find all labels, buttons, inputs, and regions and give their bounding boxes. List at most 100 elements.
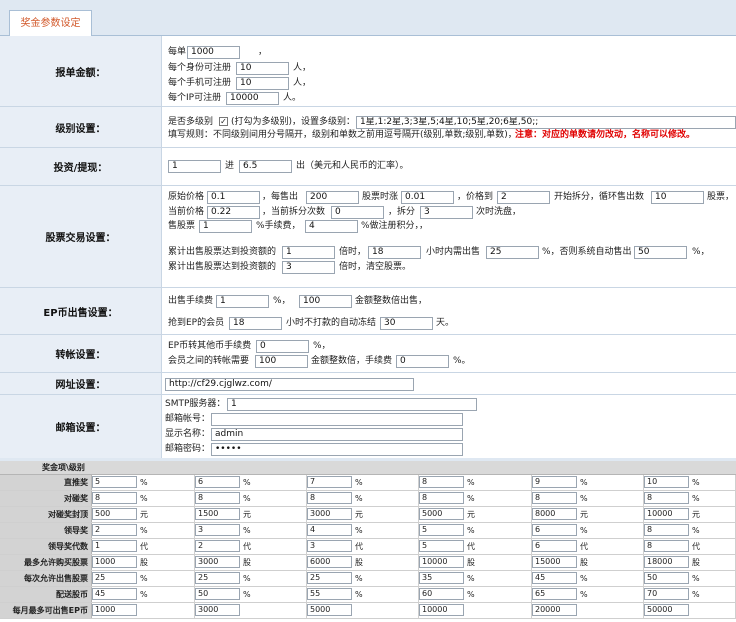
bonus-value-input[interactable]: 8 (307, 492, 352, 504)
bonus-value-input[interactable]: 20000 (532, 604, 577, 616)
ep-member-input[interactable]: 18 (229, 317, 282, 330)
bonus-value-input[interactable]: 500 (92, 508, 137, 520)
bonus-value-input[interactable]: 2 (92, 524, 137, 536)
split-input[interactable]: 3 (420, 206, 473, 219)
bonus-value-input[interactable]: 3000 (195, 604, 240, 616)
cum-input[interactable]: 1 (282, 246, 335, 259)
bonus-value-input[interactable]: 5 (419, 540, 464, 552)
per-phone-input[interactable]: 10 (236, 77, 289, 90)
transfer-ep-input[interactable]: 0 (256, 340, 309, 353)
mail-account-input[interactable] (211, 413, 463, 426)
loop-input[interactable]: 10 (651, 191, 704, 204)
bonus-value-input[interactable]: 8 (419, 492, 464, 504)
bonus-value-input[interactable]: 6 (532, 540, 577, 552)
bonus-unit: 元 (140, 510, 148, 519)
multi-level-checkbox[interactable]: ✓ (219, 117, 228, 126)
bonus-value-input[interactable]: 8 (532, 492, 577, 504)
hours-input[interactable]: 18 (368, 246, 421, 259)
bonus-unit: 股 (580, 558, 588, 567)
bonus-value-input[interactable]: 8 (419, 476, 464, 488)
bonus-cell: 25% (92, 571, 195, 586)
url-input[interactable]: http://cf29.cjglwz.com/ (165, 378, 414, 391)
bonus-value-input[interactable]: 3000 (195, 556, 240, 568)
bonus-value-input[interactable]: 8 (92, 492, 137, 504)
bonus-value-input[interactable]: 45 (532, 572, 577, 584)
sell-fee-input[interactable]: 1 (199, 220, 252, 233)
transfer-fee-input[interactable]: 0 (396, 355, 449, 368)
bonus-value-input[interactable]: 8000 (532, 508, 577, 520)
display-name-input[interactable]: admin (211, 428, 463, 441)
bonus-value-input[interactable]: 3000 (307, 508, 352, 520)
bonus-value-input[interactable]: 25 (92, 572, 137, 584)
bonus-value-input[interactable]: 50000 (644, 604, 689, 616)
ep-fee-input[interactable]: 1 (216, 295, 269, 308)
sell-input[interactable]: 200 (306, 191, 359, 204)
split-count-input[interactable]: 0 (331, 206, 384, 219)
reg-score-input[interactable]: 4 (305, 220, 358, 233)
auto-label: %，否则系统自动售出 (542, 247, 632, 257)
bonus-value-input[interactable]: 10000 (419, 604, 464, 616)
bonus-value-input[interactable]: 8 (644, 524, 689, 536)
bonus-value-input[interactable]: 4 (307, 524, 352, 536)
bonus-value-input[interactable]: 1500 (195, 508, 240, 520)
bonus-value-input[interactable]: 5000 (419, 508, 464, 520)
rise-input[interactable]: 0.01 (401, 191, 454, 204)
bonus-value-input[interactable]: 45 (92, 588, 137, 600)
per-order-input[interactable]: 1000 (187, 46, 240, 59)
bonus-value-input[interactable]: 65 (532, 588, 577, 600)
per-id-suffix: 人， (293, 63, 312, 73)
bonus-value-input[interactable]: 6 (195, 476, 240, 488)
bonus-value-input[interactable]: 25 (195, 572, 240, 584)
smtp-input[interactable]: 1 (227, 398, 477, 411)
bonus-unit: 代 (692, 542, 700, 551)
bonus-value-input[interactable]: 2 (195, 540, 240, 552)
bonus-value-input[interactable]: 3 (195, 524, 240, 536)
bonus-value-input[interactable]: 6 (532, 524, 577, 536)
transfer-member-input[interactable]: 100 (255, 355, 308, 368)
bonus-value-input[interactable]: 70 (644, 588, 689, 600)
orig-price-input[interactable]: 0.1 (207, 191, 260, 204)
bonus-value-input[interactable]: 50 (644, 572, 689, 584)
bonus-value-input[interactable]: 6000 (307, 556, 352, 568)
bonus-value-input[interactable]: 60 (419, 588, 464, 600)
bonus-value-input[interactable]: 9 (532, 476, 577, 488)
bonus-value-input[interactable]: 5 (419, 524, 464, 536)
bonus-value-input[interactable]: 1000 (92, 556, 137, 568)
bonus-value-input[interactable]: 25 (307, 572, 352, 584)
bonus-value-input[interactable]: 55 (307, 588, 352, 600)
ep-multiple-input[interactable]: 100 (299, 295, 352, 308)
bonus-value-input[interactable]: 8 (644, 492, 689, 504)
invest-in-input[interactable]: 1 (168, 160, 221, 173)
bonus-value-input[interactable]: 10 (644, 476, 689, 488)
invest-out-input[interactable]: 6.5 (239, 160, 292, 173)
bonus-value-input[interactable]: 15000 (532, 556, 577, 568)
mail-password-input[interactable]: ••••• (211, 443, 463, 456)
bonus-value-input[interactable]: 1000 (92, 604, 137, 616)
ep-lock-input[interactable]: 30 (380, 317, 433, 330)
cur-price-input[interactable]: 0.22 (207, 206, 260, 219)
levels-input[interactable]: 1星,1:2星,3;3星,5;4星,10;5星,20;6星,50;; (356, 116, 736, 129)
bonus-value-input[interactable]: 18000 (644, 556, 689, 568)
bonus-unit: % (467, 478, 475, 487)
bonus-value-input[interactable]: 7 (307, 476, 352, 488)
per-id-input[interactable]: 10 (236, 62, 289, 75)
bonus-value-input[interactable]: 5000 (307, 604, 352, 616)
bonus-value-input[interactable]: 10000 (419, 556, 464, 568)
auto-input[interactable]: 50 (634, 246, 687, 259)
bonus-value-input[interactable]: 8 (195, 492, 240, 504)
need-input[interactable]: 25 (486, 246, 539, 259)
bonus-cell: 5000 (307, 603, 419, 618)
clear-input[interactable]: 3 (282, 261, 335, 274)
bonus-value-input[interactable]: 10000 (644, 508, 689, 520)
bonus-value-input[interactable]: 3 (307, 540, 352, 552)
bonus-value-input[interactable]: 8 (644, 540, 689, 552)
bonus-value-input[interactable]: 5 (92, 476, 137, 488)
bonus-value-input[interactable]: 50 (195, 588, 240, 600)
per-ip-input[interactable]: 10000 (226, 92, 279, 105)
tab-bonus-params[interactable]: 奖金参数设定 (9, 10, 92, 37)
bonus-unit: % (355, 494, 363, 503)
bonus-value-input[interactable]: 1 (92, 540, 137, 552)
reach-input[interactable]: 2 (497, 191, 550, 204)
bonus-unit: % (355, 590, 363, 599)
bonus-value-input[interactable]: 35 (419, 572, 464, 584)
